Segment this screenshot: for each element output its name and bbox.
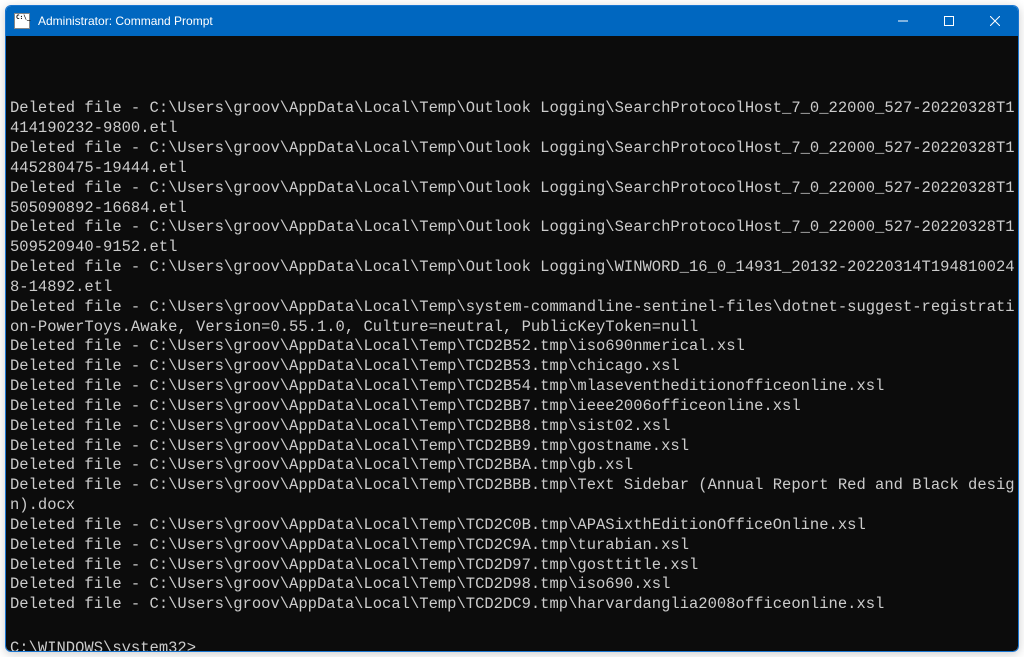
- prompt-line[interactable]: C:\WINDOWS\system32>: [10, 639, 1016, 651]
- output-line: Deleted file - C:\Users\groov\AppData\Lo…: [10, 377, 1016, 397]
- minimize-button[interactable]: [880, 6, 926, 36]
- output-line: Deleted file - C:\Users\groov\AppData\Lo…: [10, 595, 1016, 615]
- output-line: Deleted file - C:\Users\groov\AppData\Lo…: [10, 456, 1016, 476]
- output-line: Deleted file - C:\Users\groov\AppData\Lo…: [10, 556, 1016, 576]
- maximize-button[interactable]: [926, 6, 972, 36]
- output-line: Deleted file - C:\Users\groov\AppData\Lo…: [10, 298, 1016, 338]
- output-line: Deleted file - C:\Users\groov\AppData\Lo…: [10, 397, 1016, 417]
- command-prompt-window: Administrator: Command Prompt Deleted fi…: [5, 5, 1019, 652]
- output-line: Deleted file - C:\Users\groov\AppData\Lo…: [10, 516, 1016, 536]
- output-line: Deleted file - C:\Users\groov\AppData\Lo…: [10, 99, 1016, 139]
- close-icon: [990, 16, 1000, 26]
- maximize-icon: [944, 16, 954, 26]
- prompt-text: C:\WINDOWS\system32>: [10, 639, 196, 651]
- output-line: Deleted file - C:\Users\groov\AppData\Lo…: [10, 536, 1016, 556]
- output-line: Deleted file - C:\Users\groov\AppData\Lo…: [10, 179, 1016, 219]
- output-line: Deleted file - C:\Users\groov\AppData\Lo…: [10, 258, 1016, 298]
- cmd-icon: [14, 13, 30, 29]
- window-controls: [880, 6, 1018, 36]
- output-line: Deleted file - C:\Users\groov\AppData\Lo…: [10, 417, 1016, 437]
- output-line: Deleted file - C:\Users\groov\AppData\Lo…: [10, 337, 1016, 357]
- titlebar[interactable]: Administrator: Command Prompt: [6, 6, 1018, 36]
- terminal-output[interactable]: Deleted file - C:\Users\groov\AppData\Lo…: [6, 36, 1018, 651]
- minimize-icon: [898, 16, 908, 26]
- window-title: Administrator: Command Prompt: [38, 14, 880, 28]
- close-button[interactable]: [972, 6, 1018, 36]
- output-line: Deleted file - C:\Users\groov\AppData\Lo…: [10, 575, 1016, 595]
- output-line: Deleted file - C:\Users\groov\AppData\Lo…: [10, 357, 1016, 377]
- output-line: Deleted file - C:\Users\groov\AppData\Lo…: [10, 437, 1016, 457]
- output-line: Deleted file - C:\Users\groov\AppData\Lo…: [10, 218, 1016, 258]
- blank-line: [10, 615, 1016, 635]
- output-line: Deleted file - C:\Users\groov\AppData\Lo…: [10, 476, 1016, 516]
- output-line: Deleted file - C:\Users\groov\AppData\Lo…: [10, 139, 1016, 179]
